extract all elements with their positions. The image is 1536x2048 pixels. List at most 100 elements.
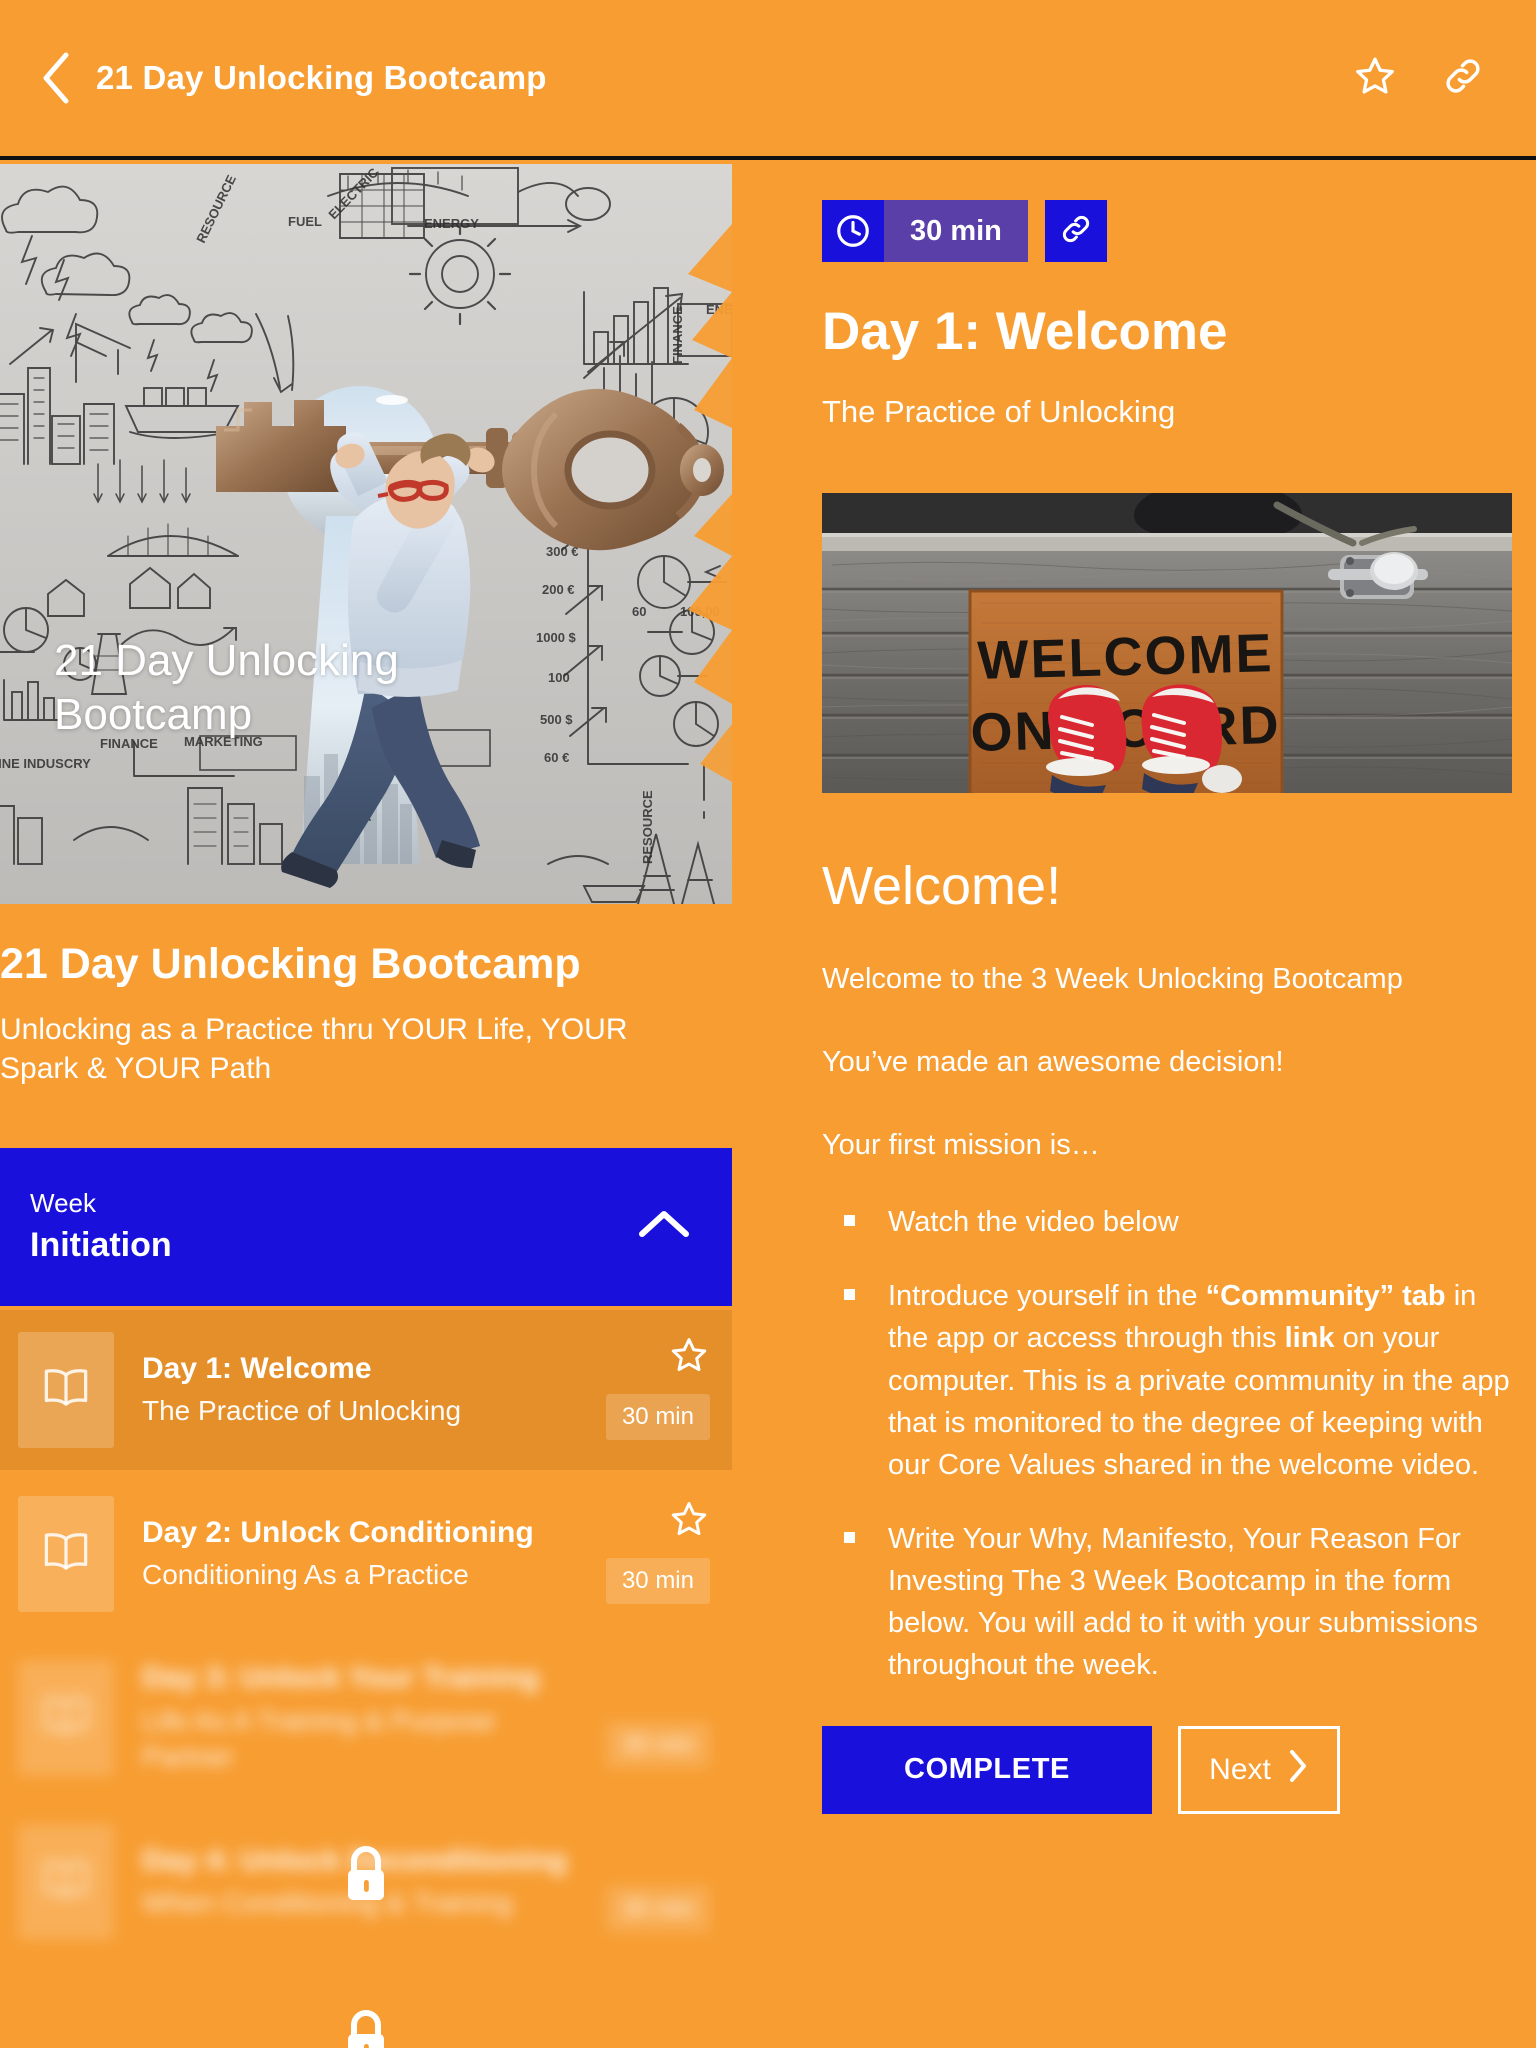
- lesson-row-day-3-wrapper[interactable]: Day 3: Unlock Your Training Life As A Tr…: [0, 1638, 732, 1901]
- course-sidebar: RESOURCE FUEL ELECTRIC ENERGY FINANCE EN…: [0, 164, 732, 2048]
- star-outline-icon: [1352, 53, 1398, 104]
- app-bar: 21 Day Unlocking Bootcamp: [0, 0, 1536, 160]
- content-paragraph-3: Your first mission is…: [822, 1129, 1100, 1162]
- section-eyebrow: Week: [30, 1187, 96, 1218]
- lesson-text: Day 1: Welcome The Practice of Unlocking: [142, 1350, 592, 1430]
- lesson-duration-badge: 30 min: [605, 1557, 710, 1604]
- mission-bullet-text: Write Your Why, Manifesto, Your Reason F…: [888, 1522, 1478, 1681]
- chevron-up-icon[interactable]: [638, 1208, 690, 1245]
- svg-text:1000 $: 1000 $: [536, 630, 577, 645]
- chevron-left-icon: [39, 51, 73, 105]
- lesson-subtitle: The Practice of Unlocking: [142, 1395, 462, 1427]
- lesson-text: Day 3: Unlock Your Training Life As A Tr…: [142, 1659, 592, 1775]
- lesson-meta: 30 min: [592, 1824, 710, 1940]
- hero-overlay-title: 21 Day Unlocking Bootcamp: [54, 636, 399, 739]
- svg-text:200 €: 200 €: [542, 582, 575, 597]
- svg-text:60: 60: [632, 604, 646, 619]
- bullet-square-icon: [844, 1289, 855, 1301]
- link-icon: [1440, 53, 1486, 104]
- course-title: 21 Day Unlocking Bootcamp: [0, 940, 581, 988]
- lesson-title: Day 4: Unlock Deconditioning: [142, 1843, 568, 1877]
- course-hero-image: RESOURCE FUEL ELECTRIC ENERGY FINANCE EN…: [0, 164, 732, 904]
- favorite-button[interactable]: [1348, 51, 1402, 105]
- lesson-detail-subheading: The Practice of Unlocking: [822, 394, 1176, 430]
- lesson-row-day-4-wrapper[interactable]: Day 4: Unlock Deconditioning When Condit…: [0, 1802, 732, 2048]
- lesson-duration-badge: 30 min: [605, 1721, 710, 1768]
- book-icon: [39, 1527, 93, 1580]
- svg-text:60 €: 60 €: [544, 750, 569, 765]
- next-button-label: Next: [1209, 1752, 1271, 1786]
- lesson-title: Day 2: Unlock Conditioning: [142, 1515, 534, 1549]
- lesson-meta: 30 min: [592, 1332, 710, 1448]
- lesson-detail-badges: 30 min: [822, 200, 1512, 262]
- lesson-text: Day 2: Unlock Conditioning Conditioning …: [142, 1514, 592, 1594]
- svg-text:500 $: 500 $: [540, 712, 573, 727]
- svg-text:RESOURCE: RESOURCE: [640, 790, 655, 864]
- lesson-lock-overlay: [0, 1962, 732, 2048]
- lesson-row-day-3: Day 3: Unlock Your Training Life As A Tr…: [0, 1638, 732, 1798]
- lesson-detail-panel: 30 min Day 1: Welcome The Practice of Un…: [822, 200, 1512, 1814]
- duration-label: 30 min: [884, 200, 1028, 262]
- svg-text:GINE INDUSCRY: GINE INDUSCRY: [0, 756, 91, 771]
- duration-badge: 30 min: [822, 200, 1028, 262]
- next-button[interactable]: Next: [1178, 1725, 1340, 1814]
- lesson-subtitle: Life As A Training & Purpose Partner: [142, 1704, 496, 1773]
- chevron-right-icon: [1287, 1748, 1309, 1792]
- lesson-meta: 30 min: [592, 1496, 710, 1612]
- lesson-detail-heading: Day 1: Welcome: [822, 302, 1228, 361]
- lesson-media-image: WELCOME ON BOARD: [822, 492, 1512, 793]
- lesson-duration-badge: 30 min: [605, 1393, 710, 1440]
- welcome-mat-photo: WELCOME ON BOARD: [822, 492, 1512, 793]
- lesson-row-day-1[interactable]: Day 1: Welcome The Practice of Unlocking…: [0, 1309, 732, 1470]
- lesson-row-day-2[interactable]: Day 2: Unlock Conditioning Conditioning …: [0, 1474, 732, 1634]
- lesson-thumbnail: [18, 1823, 114, 1940]
- page-title: 21 Day Unlocking Bootcamp: [96, 59, 547, 96]
- bullet-square-icon: [844, 1215, 855, 1227]
- lesson-thumbnail: [18, 1495, 114, 1612]
- svg-text:WELCOME: WELCOME: [977, 623, 1274, 691]
- section-name: Initiation: [30, 1226, 172, 1265]
- lock-icon: [340, 2008, 392, 2048]
- content-paragraph-2: You’ve made an awesome decision!: [822, 1046, 1284, 1079]
- clock-icon: [822, 200, 884, 262]
- lesson-text: Day 4: Unlock Deconditioning When Condit…: [142, 1842, 592, 1922]
- mission-bullet-text: Watch the video below: [888, 1206, 1179, 1239]
- content-heading: Welcome!: [822, 855, 1062, 916]
- book-icon: [39, 1691, 93, 1744]
- star-outline-icon[interactable]: [668, 1334, 710, 1381]
- section-header-text: Week Initiation: [30, 1186, 638, 1267]
- complete-button[interactable]: COMPLETE: [822, 1725, 1152, 1814]
- lesson-action-row: COMPLETE Next: [822, 1725, 1512, 1814]
- bullet-square-icon: [844, 1531, 855, 1543]
- back-button[interactable]: [24, 46, 88, 110]
- svg-text:ENERGY: ENERGY: [424, 216, 479, 231]
- course-subtitle: Unlocking as a Practice thru YOUR Life, …: [0, 1013, 628, 1085]
- mission-bullet-list: Watch the video below Introduce yourself…: [822, 1201, 1512, 1685]
- svg-text:100: 100: [548, 670, 570, 685]
- section-header-initiation[interactable]: Week Initiation: [0, 1147, 732, 1306]
- mission-bullet-item: Write Your Why, Manifesto, Your Reason F…: [822, 1518, 1512, 1686]
- page-body: RESOURCE FUEL ELECTRIC ENERGY FINANCE EN…: [0, 164, 1536, 2048]
- lesson-meta: 30 min: [592, 1660, 710, 1776]
- app-bar-actions: [1348, 51, 1490, 105]
- star-outline-icon[interactable]: [668, 1498, 710, 1545]
- lesson-thumbnail: [18, 1659, 114, 1776]
- lesson-link-button[interactable]: [1044, 200, 1107, 262]
- lesson-thumbnail: [18, 1331, 114, 1448]
- lesson-subtitle: When Conditioning & Training: [142, 1887, 513, 1919]
- lesson-row-day-4: Day 4: Unlock Deconditioning When Condit…: [0, 1802, 732, 1962]
- mission-bullet-item: Watch the video below: [822, 1201, 1512, 1243]
- hero-illustration: RESOURCE FUEL ELECTRIC ENERGY FINANCE EN…: [0, 164, 732, 904]
- lesson-title: Day 3: Unlock Your Training: [142, 1661, 540, 1695]
- svg-text:FUEL: FUEL: [288, 214, 322, 229]
- mission-bullet-item: Introduce yourself in the “Community” ta…: [822, 1275, 1512, 1485]
- mission-bullet-text: Introduce yourself in the “Community” ta…: [888, 1280, 1510, 1481]
- share-link-button[interactable]: [1436, 51, 1490, 105]
- book-icon: [39, 1855, 93, 1908]
- book-icon: [39, 1363, 93, 1416]
- lesson-title: Day 1: Welcome: [142, 1351, 372, 1385]
- svg-text:FINANCE: FINANCE: [670, 306, 685, 364]
- content-paragraph-1: Welcome to the 3 Week Unlocking Bootcamp: [822, 962, 1403, 995]
- lesson-duration-badge: 30 min: [605, 1885, 710, 1932]
- lesson-subtitle: Conditioning As a Practice: [142, 1559, 469, 1591]
